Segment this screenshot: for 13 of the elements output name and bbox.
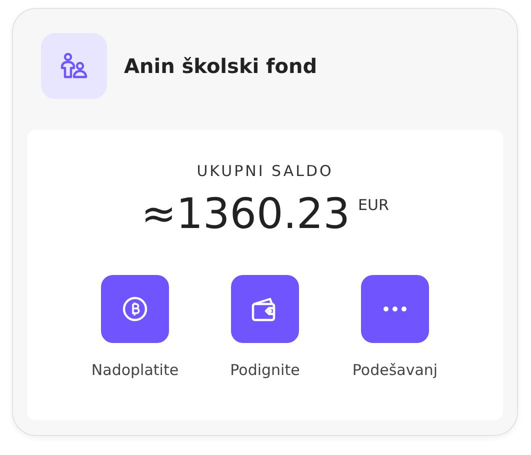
- balance-label: UKUPNI SALDO: [196, 161, 334, 182]
- action-button[interactable]: [231, 274, 299, 342]
- action-label: Podešavanj: [352, 360, 438, 380]
- fund-title: Anin školski fond: [124, 53, 318, 80]
- action-label: Nadoplatite: [91, 360, 179, 380]
- coin-icon: [122, 296, 148, 322]
- action-label: Podignite: [230, 360, 300, 380]
- action-button[interactable]: [101, 274, 169, 342]
- more-icon: [383, 306, 407, 312]
- balance-amount: ≈1360.23: [141, 192, 350, 234]
- action-button[interactable]: [361, 274, 429, 342]
- people-icon: [59, 53, 89, 79]
- currency-label: EUR: [358, 195, 389, 216]
